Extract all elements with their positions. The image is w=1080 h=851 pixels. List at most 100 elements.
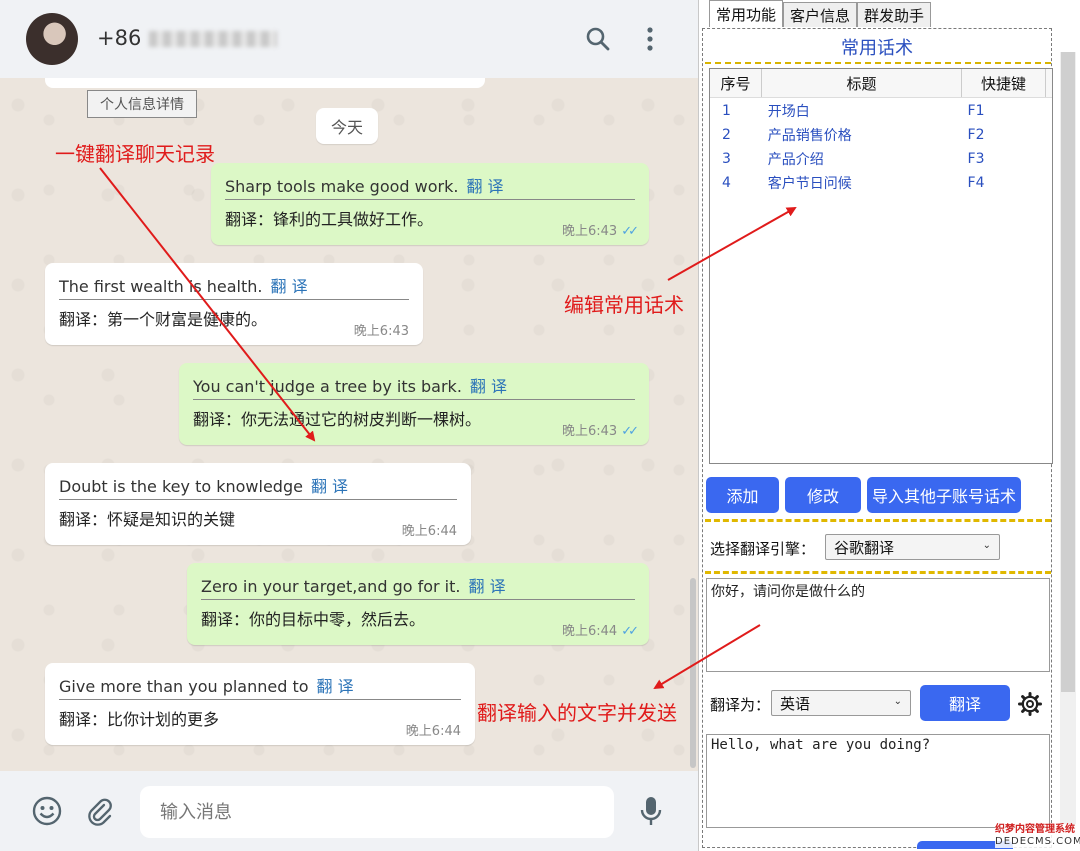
table-cell: 开场白 bbox=[767, 104, 810, 120]
time-text: 晚上6:44 bbox=[562, 624, 618, 639]
tab-content: 常用话术 序号 标题 快捷键 1 开场白 F1 2 产品销售价格 F2 3 产品… bbox=[702, 28, 1053, 849]
more-vert-icon[interactable] bbox=[633, 22, 667, 56]
blurred-number bbox=[149, 31, 278, 47]
tab-common-functions[interactable]: 常用功能 bbox=[709, 0, 784, 27]
column-header[interactable]: 序号 bbox=[710, 69, 762, 97]
chat-header: +86 bbox=[0, 0, 698, 78]
message-bubble-incoming[interactable]: The first wealth is health. 翻 译 翻译：第一个财富是… bbox=[45, 263, 423, 345]
translate-link[interactable]: 翻 译 bbox=[317, 677, 354, 696]
tab-bar: 常用功能 客户信息 群发助手 bbox=[709, 0, 932, 28]
tab-broadcast-assistant[interactable]: 群发助手 bbox=[857, 2, 932, 27]
previous-message-bubble bbox=[45, 78, 485, 88]
panel-scrollbar-thumb[interactable] bbox=[1061, 52, 1075, 692]
message-bubble-incoming[interactable]: Doubt is the key to knowledge 翻 译 翻译：怀疑是知… bbox=[45, 463, 471, 545]
table-row[interactable]: 3 产品介绍 F3 bbox=[710, 147, 1052, 171]
message-bubble-outgoing[interactable]: You can't judge a tree by its bark. 翻 译 翻… bbox=[179, 363, 649, 445]
time-text: 晚上6:43 bbox=[562, 224, 618, 239]
original-text-line: Sharp tools make good work. 翻 译 bbox=[225, 173, 635, 200]
original-text: Doubt is the key to knowledge bbox=[59, 477, 303, 496]
profile-details-button[interactable]: 个人信息详情 bbox=[87, 90, 197, 118]
annotation-label: 编辑常用话术 bbox=[564, 293, 684, 317]
table-cell: F4 bbox=[967, 175, 985, 191]
table-cell: F3 bbox=[967, 151, 985, 167]
date-chip: 今天 bbox=[316, 108, 378, 144]
message-time: 晚上6:44 bbox=[405, 724, 461, 739]
table-cell: 产品销售价格 bbox=[767, 128, 852, 144]
translate-link[interactable]: 翻 译 bbox=[270, 277, 307, 296]
watermark-line1: 织梦内容管理系统 bbox=[995, 824, 1075, 835]
table-cell: F1 bbox=[967, 103, 985, 119]
engine-value: 谷歌翻译 bbox=[834, 538, 895, 557]
message-time: 晚上6:43 ✓✓ bbox=[562, 420, 639, 439]
message-bubble-incoming[interactable]: Give more than you planned to 翻 译 翻译：比你计划… bbox=[45, 663, 475, 745]
table-row[interactable]: 1 开场白 F1 bbox=[710, 99, 1052, 123]
divider bbox=[705, 62, 1051, 64]
message-bubble-outgoing[interactable]: Sharp tools make good work. 翻 译 翻译：锋利的工具做… bbox=[211, 163, 649, 245]
table-cell: F2 bbox=[967, 127, 985, 143]
table-row[interactable]: 2 产品销售价格 F2 bbox=[710, 123, 1052, 147]
message-input[interactable] bbox=[140, 786, 614, 838]
target-language-select[interactable]: 英语 ⌄ bbox=[771, 690, 911, 716]
original-text-line: The first wealth is health. 翻 译 bbox=[59, 273, 409, 300]
message-bubble-outgoing[interactable]: Zero in your target,and go for it. 翻 译 翻译… bbox=[187, 563, 649, 645]
gear-icon[interactable] bbox=[1017, 691, 1043, 717]
divider bbox=[705, 571, 1051, 574]
original-text: Sharp tools make good work. bbox=[225, 177, 459, 196]
target-language-value: 英语 bbox=[780, 694, 811, 713]
chat-scrollbar[interactable] bbox=[690, 578, 696, 768]
translate-link[interactable]: 翻 译 bbox=[470, 377, 507, 396]
chevron-down-icon: ⌄ bbox=[982, 540, 991, 551]
tab-customer-info[interactable]: 客户信息 bbox=[783, 2, 858, 27]
translation-text: 翻译：怀疑是知识的关键 bbox=[59, 510, 236, 529]
table-cell: 3 bbox=[722, 151, 731, 167]
side-panel: 常用功能 客户信息 群发助手 常用话术 序号 标题 快捷键 1 开场白 F1 2… bbox=[698, 0, 1080, 851]
table-row[interactable]: 4 客户节日问候 F4 bbox=[710, 171, 1052, 195]
source-text-area[interactable]: 你好，请问你是做什么的 bbox=[706, 578, 1050, 672]
paperclip-icon[interactable] bbox=[82, 793, 118, 829]
table-cell: 4 bbox=[722, 175, 731, 191]
translate-link[interactable]: 翻 译 bbox=[311, 477, 348, 496]
divider bbox=[705, 519, 1051, 522]
search-icon[interactable] bbox=[581, 22, 615, 56]
annotation-label: 一键翻译聊天记录 bbox=[55, 142, 215, 166]
time-text: 晚上6:43 bbox=[562, 424, 618, 439]
watermark: 织梦内容管理系统 DEDECMS.COM bbox=[995, 824, 1080, 848]
engine-label: 选择翻译引擎： bbox=[710, 540, 816, 558]
message-time: 晚上6:43 bbox=[353, 324, 409, 339]
avatar[interactable] bbox=[26, 13, 78, 65]
original-text-line: Give more than you planned to 翻 译 bbox=[59, 673, 461, 700]
original-text-line: Zero in your target,and go for it. 翻 译 bbox=[201, 573, 635, 600]
translate-link[interactable]: 翻 译 bbox=[466, 177, 503, 196]
section-title: 常用话术 bbox=[841, 38, 913, 59]
table-cell: 2 bbox=[722, 127, 731, 143]
original-text-line: Doubt is the key to knowledge 翻 译 bbox=[59, 473, 457, 500]
translate-link[interactable]: 翻 译 bbox=[468, 577, 505, 596]
annotation-label: 翻译输入的文字并发送 bbox=[477, 701, 677, 725]
double-check-icon: ✓✓ bbox=[621, 624, 639, 639]
translate-button[interactable]: 翻译 bbox=[920, 685, 1010, 721]
double-check-icon: ✓✓ bbox=[621, 424, 639, 439]
watermark-line2: DEDECMS.COM bbox=[995, 836, 1080, 847]
double-check-icon: ✓✓ bbox=[621, 224, 639, 239]
table-cell: 1 bbox=[722, 103, 731, 119]
result-text-area[interactable]: Hello, what are you doing? bbox=[706, 734, 1050, 828]
edit-button[interactable]: 修改 bbox=[785, 477, 861, 513]
emoji-icon[interactable] bbox=[29, 793, 65, 829]
translation-text: 翻译：比你计划的更多 bbox=[59, 710, 220, 729]
contact-prefix: +86 bbox=[97, 26, 142, 50]
message-time: 晚上6:43 ✓✓ bbox=[562, 220, 639, 239]
microphone-icon[interactable] bbox=[633, 793, 669, 829]
original-text: The first wealth is health. bbox=[59, 277, 263, 296]
engine-select[interactable]: 谷歌翻译 ⌄ bbox=[825, 534, 1000, 560]
original-text: Give more than you planned to bbox=[59, 677, 309, 696]
phrases-table[interactable]: 序号 标题 快捷键 1 开场白 F1 2 产品销售价格 F2 3 产品介绍 F3… bbox=[709, 68, 1053, 464]
original-text: Zero in your target,and go for it. bbox=[201, 577, 461, 596]
import-phrases-button[interactable]: 导入其他子账号话术 bbox=[867, 477, 1021, 513]
contact-name[interactable]: +86 bbox=[97, 26, 278, 50]
chevron-down-icon: ⌄ bbox=[893, 696, 902, 707]
target-language-label: 翻译为： bbox=[710, 696, 771, 714]
column-header[interactable]: 快捷键 bbox=[962, 69, 1046, 97]
add-button[interactable]: 添加 bbox=[706, 477, 779, 513]
original-text-line: You can't judge a tree by its bark. 翻 译 bbox=[193, 373, 635, 400]
column-header[interactable]: 标题 bbox=[762, 69, 962, 97]
